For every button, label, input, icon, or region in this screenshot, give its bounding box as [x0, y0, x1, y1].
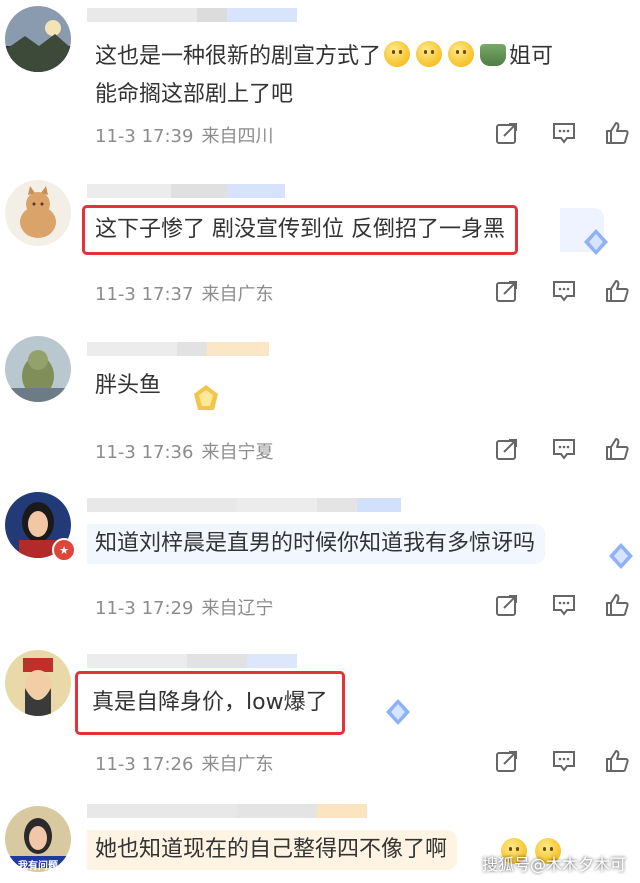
- avatar[interactable]: [5, 650, 71, 716]
- comment-meta: 11-3 17:26 来自广东: [95, 754, 274, 775]
- comment-icon[interactable]: [551, 592, 577, 618]
- like-icon[interactable]: [604, 436, 630, 462]
- comment-meta: 11-3 17:36 来自宁夏: [95, 442, 274, 463]
- comment-icon[interactable]: [551, 436, 577, 462]
- comment-text: 真是自降身价，low爆了: [75, 671, 345, 735]
- avatar[interactable]: [5, 6, 71, 72]
- share-icon[interactable]: [494, 120, 520, 146]
- avatar-label: 我有问题: [18, 861, 58, 872]
- comment-icon[interactable]: [551, 748, 577, 774]
- avatar[interactable]: [5, 336, 71, 402]
- share-icon[interactable]: [494, 436, 520, 462]
- username-blurred[interactable]: [87, 8, 297, 22]
- username-blurred[interactable]: [87, 342, 269, 356]
- share-icon[interactable]: [494, 592, 520, 618]
- username-blurred[interactable]: [87, 804, 367, 818]
- like-icon[interactable]: [604, 748, 630, 774]
- comment-text: 她也知道现在的自己整得四不像了啊: [87, 830, 458, 870]
- tea-emoji-icon: [480, 44, 507, 66]
- comment-meta: 11-3 17:39 来自四川: [95, 126, 274, 147]
- watermark: 搜狐号@木木夕木可: [481, 855, 626, 874]
- like-icon[interactable]: [604, 120, 630, 146]
- diamond-badge-icon: [584, 229, 608, 255]
- share-icon[interactable]: [494, 748, 520, 774]
- gem-badge-icon: [194, 385, 218, 410]
- smile-emoji-icon: [416, 41, 443, 67]
- vip-badge-icon: ★: [52, 538, 76, 562]
- smile-emoji-icon: [384, 41, 411, 67]
- comment-item: 这也是一种很新的剧宣方式了 姐可 能命搁这部剧上了吧 11-3 17:39 来自四川: [0, 0, 640, 160]
- comment-text: 这也是一种很新的剧宣方式了 姐可 能命搁这部剧上了吧: [95, 38, 553, 114]
- comment-meta: 11-3 17:29 来自辽宁: [95, 598, 274, 619]
- diamond-badge-icon: [386, 699, 410, 725]
- comment-text: 这下子惨了 剧没宣传到位 反倒招了一身黑: [82, 205, 518, 255]
- like-icon[interactable]: [604, 278, 630, 304]
- comment-item: 胖头鱼 11-3 17:36 来自宁夏: [0, 318, 640, 476]
- comment-item: ★ 知道刘梓晨是直男的时候你知道我有多惊讶吗 11-3 17:29 来自辽宁: [0, 476, 640, 634]
- comment-icon[interactable]: [551, 278, 577, 304]
- like-icon[interactable]: [604, 592, 630, 618]
- comment-text: 胖头鱼: [95, 373, 162, 398]
- comment-item: 真是自降身价，low爆了 11-3 17:26 来自广东: [0, 634, 640, 792]
- username-blurred[interactable]: [87, 654, 297, 668]
- comment-icon[interactable]: [551, 120, 577, 146]
- share-icon[interactable]: [494, 278, 520, 304]
- comment-item: 这下子惨了 剧没宣传到位 反倒招了一身黑 11-3 17:37 来自广东: [0, 160, 640, 318]
- comment-meta: 11-3 17:37 来自广东: [95, 284, 274, 305]
- comment-text: 知道刘梓晨是直男的时候你知道我有多惊讶吗: [87, 524, 546, 564]
- username-blurred[interactable]: [87, 184, 285, 198]
- username-blurred[interactable]: [87, 498, 401, 512]
- smile-emoji-icon: [448, 41, 475, 67]
- avatar[interactable]: [5, 180, 71, 246]
- diamond-badge-icon: [609, 543, 633, 569]
